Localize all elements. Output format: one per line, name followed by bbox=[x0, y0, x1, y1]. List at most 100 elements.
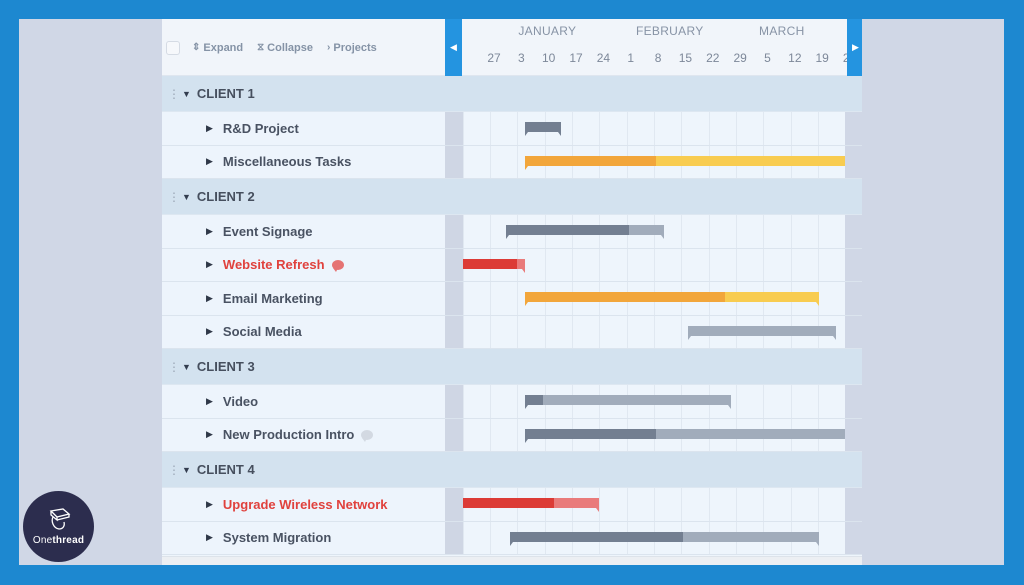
row-gutter bbox=[444, 418, 463, 451]
task-row[interactable]: ▶ Video bbox=[162, 385, 862, 419]
grid-line bbox=[763, 488, 765, 521]
task-row[interactable]: ▶ R&D Project bbox=[162, 112, 862, 146]
group-row[interactable]: ⋮ ▼ CLIENT 2 bbox=[162, 179, 862, 215]
caret-right-icon[interactable]: ▶ bbox=[206, 396, 213, 407]
grid-line bbox=[599, 315, 601, 348]
grid-line bbox=[818, 385, 820, 418]
caret-right-icon[interactable]: ▶ bbox=[206, 429, 213, 440]
horizontal-scrollbar[interactable] bbox=[162, 556, 862, 565]
week-label: 24 bbox=[596, 51, 611, 65]
task-row[interactable]: ▶ System Migration bbox=[162, 521, 862, 555]
group-row[interactable]: ⋮ ▼ CLIENT 1 bbox=[162, 76, 862, 112]
grid-line bbox=[763, 248, 765, 281]
grid-line bbox=[489, 112, 491, 145]
week-label: 3 bbox=[518, 51, 525, 65]
task-label-cell[interactable]: ▶ Social Media bbox=[162, 315, 445, 348]
drag-handle-icon[interactable]: ⋮ bbox=[168, 191, 180, 203]
task-timeline bbox=[462, 418, 846, 451]
task-label-cell[interactable]: ▶ Upgrade Wireless Network bbox=[162, 488, 445, 521]
projects-label: Projects bbox=[333, 41, 377, 54]
task-label-cell[interactable]: ▶ R&D Project bbox=[162, 112, 445, 145]
grid-line bbox=[736, 215, 738, 248]
task-bar[interactable] bbox=[524, 395, 732, 409]
grid-line bbox=[818, 215, 820, 248]
drag-handle-icon[interactable]: ⋮ bbox=[168, 88, 180, 100]
gantt-rows: ⋮ ▼ CLIENT 1 ▶ R&D Project ▶ Miscellaneous Tas… bbox=[162, 76, 862, 555]
task-name: New Production Intro bbox=[222, 427, 355, 443]
gantt-header: ⇕ Expand ⧖ Collapse › Projects ◀ JANUARY… bbox=[162, 19, 862, 76]
drag-handle-icon[interactable]: ⋮ bbox=[168, 464, 180, 476]
remaining-fill bbox=[724, 292, 820, 302]
task-label-cell[interactable]: ▶ Event Signage bbox=[162, 215, 445, 248]
progress-fill bbox=[524, 155, 657, 166]
grid-line bbox=[489, 282, 491, 315]
task-bar[interactable] bbox=[687, 325, 837, 340]
caret-down-icon[interactable]: ▼ bbox=[182, 465, 191, 475]
caret-right-icon[interactable]: ▶ bbox=[206, 499, 213, 510]
task-row[interactable]: ▶ Social Media bbox=[162, 315, 862, 349]
task-row[interactable]: ▶ Email Marketing bbox=[162, 282, 862, 316]
task-label-cell[interactable]: ▶ New Production Intro bbox=[162, 418, 445, 451]
caret-down-icon[interactable]: ▼ bbox=[182, 362, 191, 372]
comment-icon[interactable] bbox=[361, 429, 374, 442]
task-bar[interactable] bbox=[524, 155, 846, 170]
projects-button[interactable]: › Projects bbox=[327, 42, 377, 54]
caret-right-icon[interactable]: ▶ bbox=[206, 259, 213, 270]
expand-button[interactable]: ⇕ Expand bbox=[192, 42, 243, 54]
task-bar[interactable] bbox=[505, 225, 665, 239]
caret-right-icon: ▶ bbox=[852, 42, 859, 52]
timeline-prev-button[interactable]: ◀ bbox=[445, 19, 462, 76]
task-bar[interactable] bbox=[462, 258, 525, 273]
collapse-button[interactable]: ⧖ Collapse bbox=[257, 42, 313, 54]
select-all-checkbox[interactable] bbox=[166, 40, 180, 55]
remaining-fill bbox=[687, 325, 837, 336]
grid-line bbox=[599, 488, 601, 521]
task-label-cell[interactable]: ▶ Video bbox=[162, 385, 445, 418]
expand-label: Expand bbox=[203, 41, 244, 54]
grid-line bbox=[572, 112, 573, 145]
task-row[interactable]: ▶ Website Refresh bbox=[162, 248, 862, 282]
task-bar[interactable] bbox=[524, 292, 820, 306]
caret-right-icon[interactable]: ▶ bbox=[206, 123, 213, 134]
task-bar[interactable] bbox=[509, 531, 820, 546]
group-row[interactable]: ⋮ ▼ CLIENT 3 bbox=[162, 349, 862, 385]
collapse-label: Collapse bbox=[267, 41, 314, 54]
task-row[interactable]: ▶ Miscellaneous Tasks bbox=[162, 145, 862, 179]
task-label-cell[interactable]: ▶ Website Refresh bbox=[162, 248, 445, 281]
caret-down-icon[interactable]: ▼ bbox=[182, 89, 191, 99]
grid-line bbox=[708, 248, 710, 281]
remaining-fill bbox=[629, 225, 664, 235]
caret-right-icon[interactable]: ▶ bbox=[206, 326, 213, 337]
task-bar[interactable] bbox=[462, 498, 599, 512]
task-row[interactable]: ▶ New Production Intro bbox=[162, 418, 862, 452]
grid-line bbox=[462, 521, 464, 554]
task-bar[interactable] bbox=[524, 428, 846, 443]
grid-line bbox=[572, 315, 573, 348]
unfold-icon: ⇕ bbox=[192, 42, 201, 53]
caret-right-icon[interactable]: ▶ bbox=[206, 532, 213, 543]
month-label: MARCH bbox=[759, 24, 805, 38]
task-row[interactable]: ▶ Upgrade Wireless Network bbox=[162, 488, 862, 522]
progress-fill bbox=[462, 498, 554, 508]
grid-line bbox=[681, 315, 683, 348]
grid-line bbox=[654, 488, 656, 521]
timeline-next-button[interactable]: ▶ bbox=[847, 19, 862, 76]
grid-line bbox=[517, 112, 519, 145]
task-row[interactable]: ▶ Event Signage bbox=[162, 215, 862, 249]
caret-right-icon[interactable]: ▶ bbox=[206, 293, 213, 304]
task-label-cell[interactable]: ▶ Email Marketing bbox=[162, 282, 445, 315]
task-label-cell[interactable]: ▶ System Migration bbox=[162, 521, 445, 554]
caret-right-icon[interactable]: ▶ bbox=[206, 156, 213, 167]
row-gutter bbox=[444, 488, 463, 521]
week-label: 15 bbox=[678, 51, 693, 65]
caret-right-icon[interactable]: ▶ bbox=[206, 226, 213, 237]
grid-line bbox=[736, 112, 738, 145]
month-label: FEBRUARY bbox=[635, 24, 704, 38]
task-name: Video bbox=[222, 393, 259, 409]
group-row[interactable]: ⋮ ▼ CLIENT 4 bbox=[162, 452, 862, 488]
caret-down-icon[interactable]: ▼ bbox=[182, 192, 191, 202]
comment-icon[interactable] bbox=[331, 259, 344, 272]
drag-handle-icon[interactable]: ⋮ bbox=[168, 361, 180, 373]
task-label-cell[interactable]: ▶ Miscellaneous Tasks bbox=[162, 145, 445, 178]
task-bar[interactable] bbox=[524, 122, 562, 136]
